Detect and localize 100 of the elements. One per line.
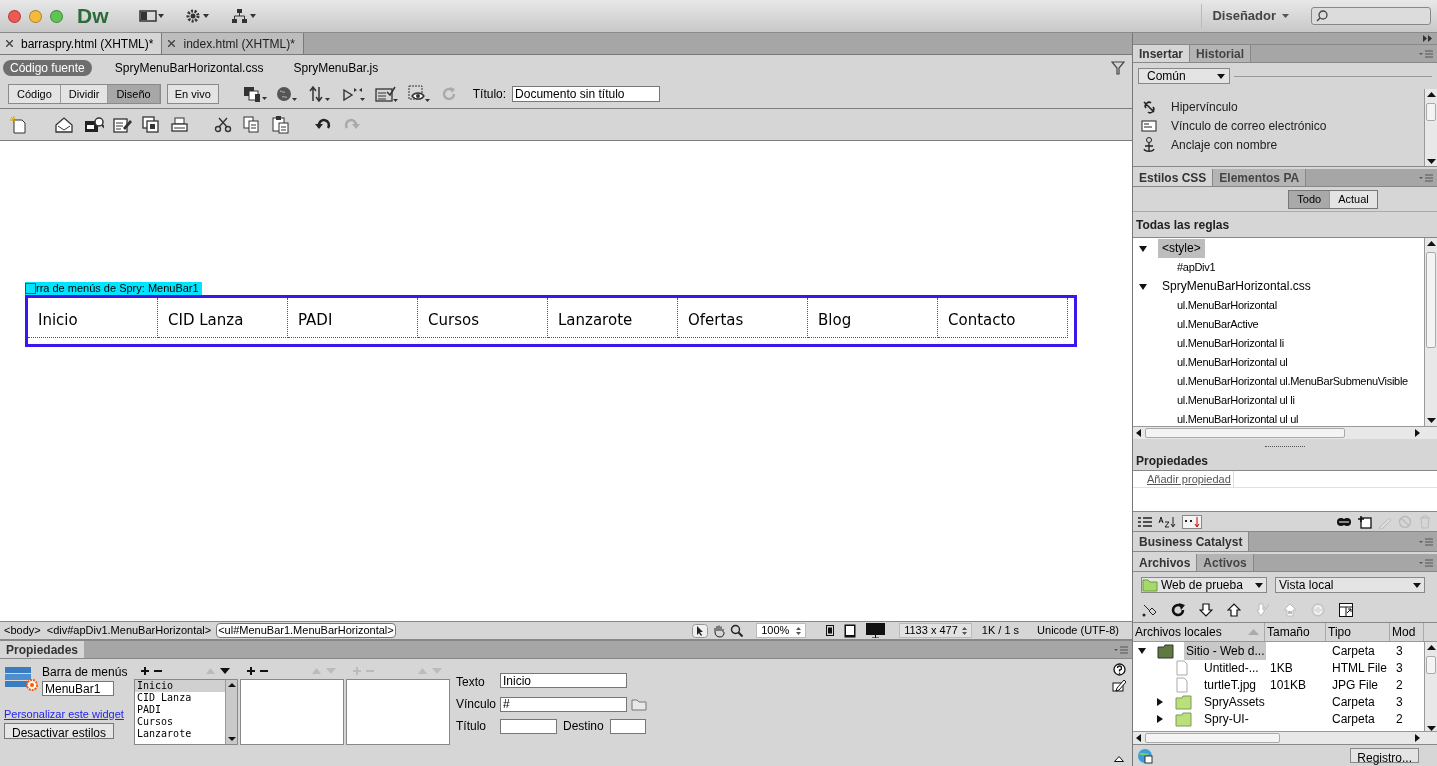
multiscreen-icon[interactable]	[242, 85, 267, 103]
check-page-icon[interactable]	[374, 85, 399, 103]
css-rule[interactable]: ul.MenuBarHorizontal ul.MenuBarSubmenuVisible	[1177, 372, 1408, 391]
add-property-link[interactable]: Añadir propiedad	[1133, 471, 1234, 487]
close-icon[interactable]	[6, 40, 13, 47]
file-name[interactable]: SpryAssets	[1202, 692, 1267, 711]
target-field[interactable]	[609, 718, 646, 734]
menu-items-list[interactable]: Inicio CID Lanza PADI Cursos Lanzarote	[134, 679, 238, 745]
gear-icon[interactable]	[184, 8, 211, 24]
connect-icon[interactable]	[1141, 603, 1157, 617]
scroll-thumb[interactable]	[1426, 656, 1436, 674]
check-out-icon[interactable]	[1255, 603, 1269, 617]
hand-tool-icon[interactable]	[712, 623, 727, 638]
save-icon[interactable]	[113, 115, 133, 134]
list-item[interactable]: Lanzarote	[135, 728, 225, 740]
horizontal-scrollbar[interactable]	[1133, 731, 1437, 744]
scroll-thumb[interactable]	[1426, 252, 1436, 348]
scrollbar[interactable]	[1424, 89, 1437, 166]
list-item[interactable]: Inicio	[135, 680, 225, 692]
menu-item[interactable]: Ofertas	[678, 298, 808, 338]
collapsed-triangle-icon[interactable]	[1155, 696, 1165, 707]
paste-icon[interactable]	[272, 115, 292, 134]
css-rule[interactable]: ul.MenuBarHorizontal li	[1177, 334, 1284, 353]
desktop-size-icon[interactable]	[866, 623, 886, 638]
panel-tab[interactable]: Propiedades	[0, 641, 85, 658]
up-down-arrows-icon[interactable]	[308, 85, 333, 103]
widget-id-field[interactable]: MenuBar1	[42, 681, 114, 696]
zoom-button[interactable]	[50, 9, 63, 23]
web-log-icon[interactable]	[1137, 747, 1153, 764]
panel-tab[interactable]: Estilos CSS	[1133, 169, 1214, 186]
scroll-thumb[interactable]	[1145, 428, 1345, 438]
cut-icon[interactable]	[214, 115, 234, 134]
move-up-down-icon[interactable]	[206, 667, 232, 675]
menu-item[interactable]: Blog	[808, 298, 938, 338]
add-remove-icon[interactable]	[140, 666, 164, 676]
envelope-icon[interactable]	[1141, 117, 1157, 134]
text-field[interactable]: Inicio	[500, 673, 628, 688]
insert-item[interactable]: Vínculo de correo electrónico	[1171, 118, 1327, 133]
column-header[interactable]: Tamaño	[1265, 623, 1326, 641]
anchor-icon[interactable]	[1141, 136, 1157, 153]
file-name[interactable]: turtleT.jpg	[1202, 675, 1259, 694]
get-files-icon[interactable]	[1199, 603, 1213, 617]
attach-style-sheet-icon[interactable]	[1336, 516, 1352, 527]
menu-item[interactable]: Lanzarote	[548, 298, 678, 338]
scroll-thumb[interactable]	[1426, 103, 1436, 121]
site-dropdown[interactable]: Web de prueba	[1141, 577, 1267, 593]
expanded-triangle-icon[interactable]	[1137, 645, 1147, 656]
tag-selector-item[interactable]: <body>	[3, 624, 42, 637]
customize-widget-link[interactable]: Personalizar este widget	[4, 708, 134, 721]
search-field[interactable]	[1311, 7, 1431, 25]
set-properties-icon[interactable]	[1182, 514, 1202, 529]
document-tab[interactable]: barraspry.html (XHTML)*	[0, 33, 163, 54]
css-rule[interactable]: ul.MenuBarHorizontal ul ul	[1177, 410, 1299, 426]
visual-aids-icon[interactable]	[407, 85, 432, 103]
scrollbar[interactable]	[225, 680, 237, 744]
scroll-thumb[interactable]	[1145, 733, 1280, 743]
horizontal-scrollbar[interactable]	[1133, 426, 1437, 439]
related-file-tab[interactable]: SpryMenuBarHorizontal.css	[107, 59, 271, 76]
file-name[interactable]: Spry-UI-	[1202, 709, 1251, 728]
expanded-triangle-icon[interactable]	[1138, 243, 1148, 254]
menu-item[interactable]: Cursos	[418, 298, 548, 338]
css-rule[interactable]: ul.MenuBarHorizontal ul	[1177, 353, 1288, 372]
menu-item[interactable]: Contacto	[938, 298, 1068, 338]
mode-button[interactable]: Todo	[1289, 190, 1330, 208]
column-header[interactable]: Tipo	[1326, 623, 1390, 641]
workspace-switcher[interactable]: Diseñador	[1201, 4, 1299, 28]
scrollbar[interactable]	[1424, 642, 1437, 734]
open-folder-icon[interactable]	[55, 115, 75, 134]
tablet-size-icon[interactable]	[844, 623, 857, 638]
panel-tab[interactable]: Activos	[1197, 554, 1254, 571]
title-field[interactable]	[500, 718, 558, 734]
related-file-tab[interactable]: SpryMenuBar.js	[286, 59, 386, 76]
panel-tab[interactable]: Insertar	[1133, 45, 1191, 62]
globe-icon[interactable]	[275, 85, 300, 103]
insert-item[interactable]: Anclaje con nombre	[1171, 137, 1278, 152]
css-rule[interactable]: ul.MenuBarHorizontal	[1177, 296, 1277, 315]
layout-menu-icon[interactable]	[138, 9, 165, 23]
zoom-tool-icon[interactable]	[730, 623, 745, 638]
log-button[interactable]: Registro...	[1350, 748, 1419, 763]
list-item[interactable]: CID Lanza	[135, 692, 225, 704]
panel-tab[interactable]: Elementos PA	[1213, 169, 1307, 186]
list-item[interactable]: Cursos	[135, 716, 225, 728]
menu-item[interactable]: CID Lanza	[158, 298, 288, 338]
menu-item[interactable]: PADI	[288, 298, 418, 338]
view-button[interactable]: Código	[9, 85, 61, 103]
view-button[interactable]: Diseño	[108, 85, 160, 103]
panel-tab[interactable]: Business Catalyst	[1133, 532, 1250, 551]
css-rule[interactable]: ul.MenuBarHorizontal ul li	[1177, 391, 1295, 410]
help-icon[interactable]	[1112, 663, 1126, 676]
tag-selector-item[interactable]: <div#apDiv1.MenuBarHorizontal>	[45, 624, 213, 637]
site-map-icon[interactable]	[230, 8, 257, 24]
zoom-field[interactable]: 100%	[756, 623, 807, 638]
list-item[interactable]: PADI	[135, 704, 225, 716]
print-icon[interactable]	[171, 115, 191, 134]
view-button[interactable]: Dividir	[60, 85, 109, 103]
filter-icon[interactable]	[1111, 60, 1125, 75]
browse-bridge-icon[interactable]	[84, 115, 104, 134]
css-rule[interactable]: ul.MenuBarActive	[1177, 315, 1259, 334]
css-rule[interactable]: #apDiv1	[1177, 258, 1216, 277]
link-field[interactable]: #	[500, 696, 628, 712]
